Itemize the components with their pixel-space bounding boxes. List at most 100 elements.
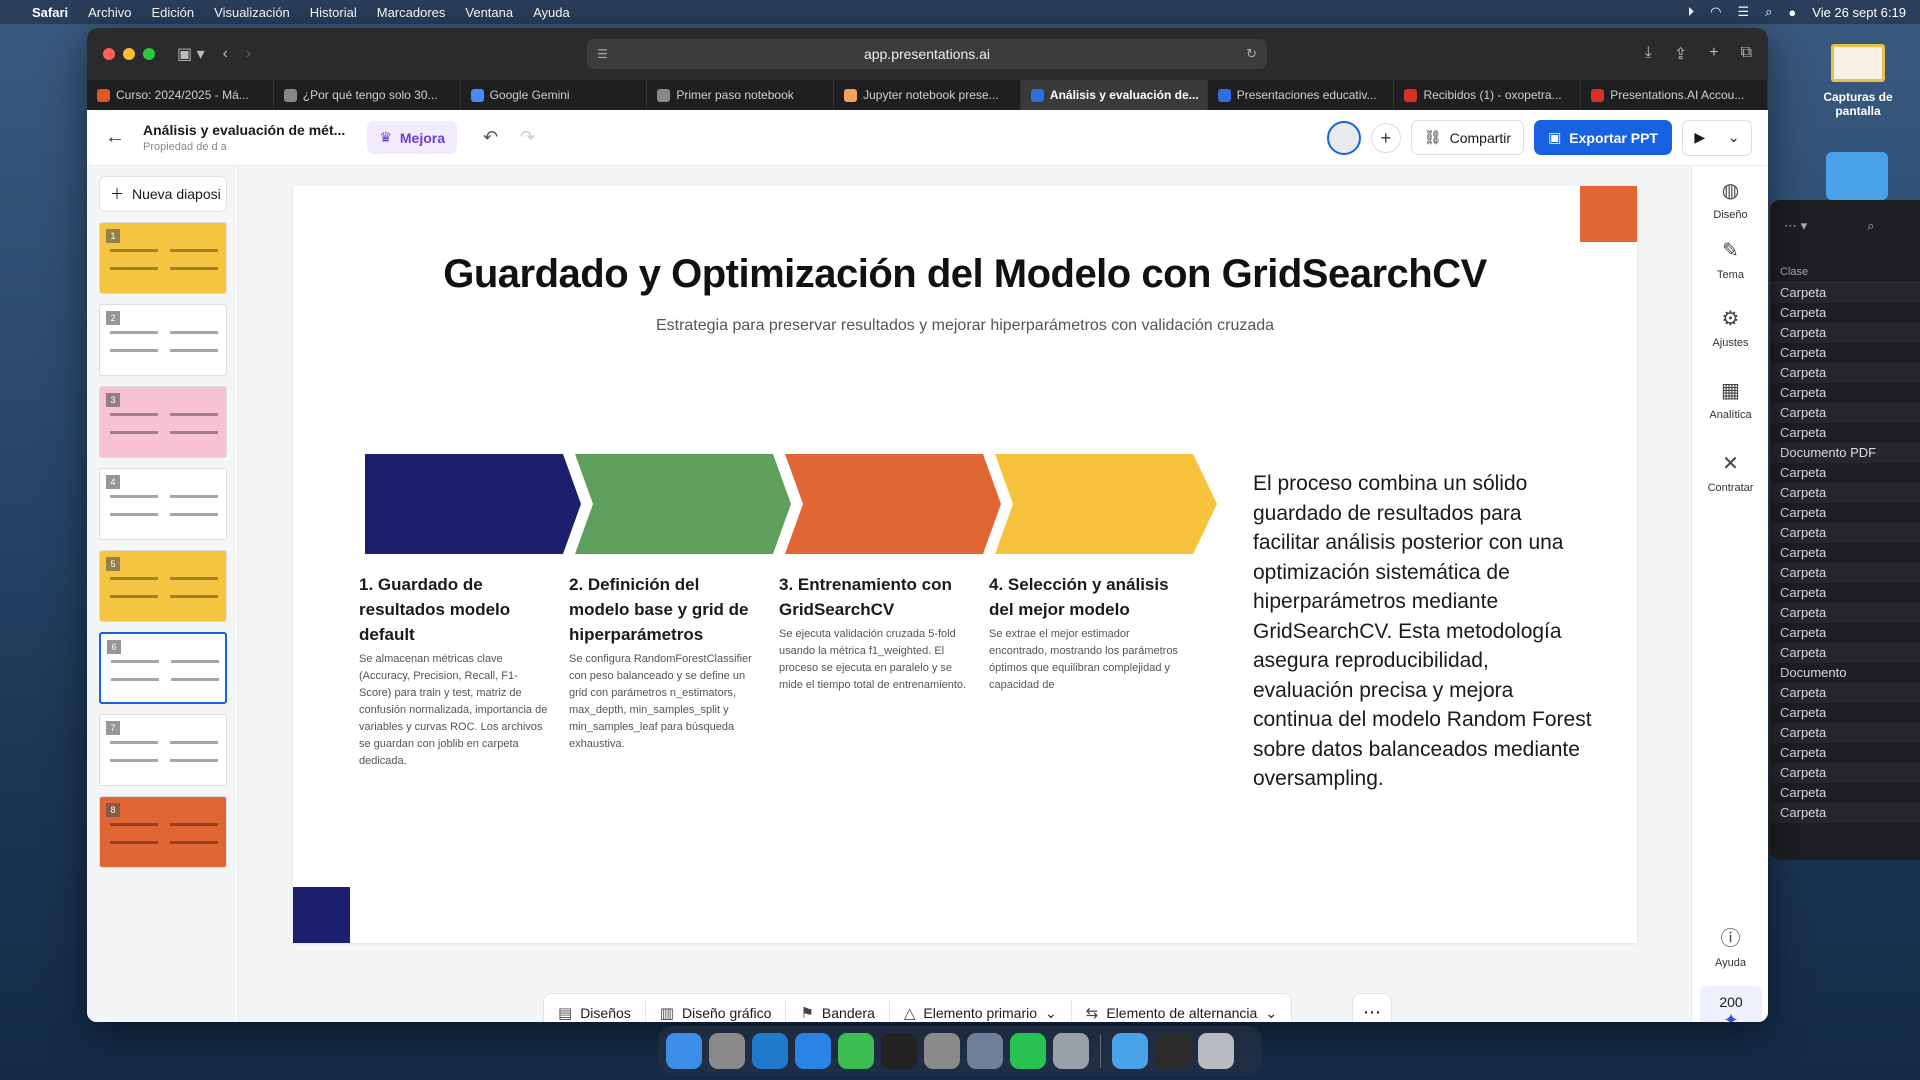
more-options-icon[interactable]: ⋯ ▾ [1784,218,1807,234]
finder-row[interactable]: Carpeta [1770,323,1920,343]
menu-archivo[interactable]: Archivo [88,5,131,20]
more-options-button[interactable]: ⋯ [1352,993,1392,1022]
siri-icon[interactable]: ● [1788,5,1796,20]
browser-tab[interactable]: Google Gemini [461,80,648,110]
finder-row[interactable]: Carpeta [1770,463,1920,483]
toggle-element-button[interactable]: ⇆ Elemento de alternancia ⌄ [1072,1000,1291,1023]
finder-row[interactable]: Carpeta [1770,303,1920,323]
zoom-window-button[interactable] [143,48,155,60]
avatar[interactable] [1326,120,1361,155]
finder-row[interactable]: Carpeta [1770,783,1920,803]
slide-thumbnail[interactable]: 4 [99,468,227,540]
browser-tab[interactable]: Curso: 2024/2025 - Má... [87,80,274,110]
close-window-button[interactable] [103,48,115,60]
browser-tab[interactable]: Jupyter notebook prese... [834,80,1021,110]
slide-body-text[interactable]: El proceso combina un sólido guardado de… [1253,469,1593,794]
finder-row[interactable]: Carpeta [1770,743,1920,763]
layouts-button[interactable]: ▤ Diseños [544,1000,646,1022]
process-arrows[interactable] [365,454,1217,554]
ai-credits[interactable]: 200 ✦ [1700,986,1762,1022]
settings-button[interactable]: ⚙ Ajustes [1692,306,1768,349]
add-collaborator-button[interactable]: + [1370,122,1401,153]
finder-row[interactable]: Carpeta [1770,623,1920,643]
finder-row[interactable]: Carpeta [1770,583,1920,603]
dock-safari-icon[interactable] [795,1033,831,1069]
wifi-icon[interactable]: ◠ [1710,4,1721,20]
dock-settings-icon[interactable] [924,1033,960,1069]
finder-row[interactable]: Carpeta [1770,803,1920,823]
dock-vscode-icon[interactable] [752,1033,788,1069]
primary-element-button[interactable]: △ Elemento primario ⌄ [890,1000,1072,1022]
menu-visualizacion[interactable]: Visualización [214,5,290,20]
upgrade-button[interactable]: ♛ Mejora [367,121,457,154]
downloads-icon[interactable]: ⤓ [1645,44,1652,64]
browser-tab[interactable]: Presentaciones educativ... [1208,80,1395,110]
share-icon[interactable]: ⇪ [1674,44,1687,64]
slide-thumbnail[interactable]: 7 [99,714,227,786]
finder-row[interactable]: Carpeta [1770,363,1920,383]
slide-thumbnail[interactable]: 1 [99,222,227,294]
finder-row[interactable]: Carpeta [1770,603,1920,623]
slide-thumbnail[interactable]: 2 [99,304,227,376]
slide-title[interactable]: Guardado y Optimización del Modelo con G… [293,252,1637,297]
spotlight-icon[interactable]: ⌕ [1765,4,1772,20]
finder-row[interactable]: Carpeta [1770,723,1920,743]
dock-terminal2-icon[interactable] [1155,1033,1191,1069]
menu-app-name[interactable]: Safari [32,5,68,20]
desktop-folder-icon[interactable] [1826,152,1888,200]
undo-icon[interactable]: ↶ [483,127,498,148]
back-nav-icon[interactable]: ‹ [223,45,228,63]
new-tab-icon[interactable]: + [1709,44,1718,64]
finder-row[interactable]: Carpeta [1770,403,1920,423]
slide-thumbnail[interactable]: 5 [99,550,227,622]
finder-row[interactable]: Documento [1770,663,1920,683]
browser-tab[interactable]: Recibidos (1) - oxopetra... [1394,80,1582,110]
reload-icon[interactable]: ↻ [1246,46,1257,62]
tab-overview-icon[interactable]: ⧉ [1741,44,1752,64]
finder-row[interactable]: Carpeta [1770,703,1920,723]
menubar-clock[interactable]: Vie 26 sept 6:19 [1812,5,1906,20]
finder-row[interactable]: Carpeta [1770,343,1920,363]
minimize-window-button[interactable] [123,48,135,60]
browser-tab[interactable]: Presentations.AI Accou... [1581,80,1768,110]
slide-thumbnail[interactable]: 6 [99,632,227,704]
present-button[interactable]: ▶ ⌄ [1682,119,1752,156]
menu-historial[interactable]: Historial [310,5,357,20]
step-4[interactable]: 4. Selección y análisis del mejor modelo… [989,572,1179,694]
finder-column-header[interactable]: Clase [1770,262,1920,283]
graphic-design-button[interactable]: ▥ Diseño gráfico [646,1000,787,1022]
browser-tab[interactable]: Análisis y evaluación de... [1020,80,1208,110]
finder-row[interactable]: Carpeta [1770,423,1920,443]
page-settings-icon[interactable]: ☰ [597,47,608,61]
dock-downloads-icon[interactable] [1112,1033,1148,1069]
finder-row[interactable]: Carpeta [1770,763,1920,783]
step-1[interactable]: 1. Guardado de resultados modelo default… [359,572,549,770]
play-status-icon[interactable]: ⏵ [1688,4,1695,20]
finder-search-icon[interactable]: ⌕ [1867,218,1874,234]
finder-row[interactable]: Carpeta [1770,503,1920,523]
menu-ventana[interactable]: Ventana [465,5,513,20]
dock-launchpad-icon[interactable] [709,1033,745,1069]
slide-subtitle[interactable]: Estrategia para preservar resultados y m… [293,317,1637,335]
analytics-button[interactable]: ▦ Analítica [1692,378,1768,421]
finder-row[interactable]: Carpeta [1770,543,1920,563]
finder-row[interactable]: Carpeta [1770,283,1920,303]
browser-tab[interactable]: ¿Por qué tengo solo 30... [274,80,461,110]
browser-tab[interactable]: Primer paso notebook [647,80,835,110]
finder-row[interactable]: Carpeta [1770,683,1920,703]
play-icon[interactable]: ▶ [1694,129,1705,146]
forward-nav-icon[interactable]: › [246,45,251,63]
menu-ayuda[interactable]: Ayuda [533,5,570,20]
share-button[interactable]: ⛓ Compartir [1410,120,1525,155]
finder-row[interactable]: Carpeta [1770,383,1920,403]
slide-thumbnail[interactable]: 8 [99,796,227,868]
dock-terminal-icon[interactable] [881,1033,917,1069]
design-button[interactable]: ◍ Diseño [1692,178,1768,221]
slide-thumbnail[interactable]: 3 [99,386,227,458]
step-2[interactable]: 2. Definición del modelo base y grid de … [569,572,759,753]
sidebar-toggle-icon[interactable]: ▣ ▾ [177,44,205,64]
menu-edicion[interactable]: Edición [152,5,195,20]
control-center-icon[interactable]: ☰ [1737,4,1749,20]
export-ppt-button[interactable]: ▣ Exportar PPT [1534,120,1672,155]
step-3[interactable]: 3. Entrenamiento con GridSearchCV Se eje… [779,572,969,694]
